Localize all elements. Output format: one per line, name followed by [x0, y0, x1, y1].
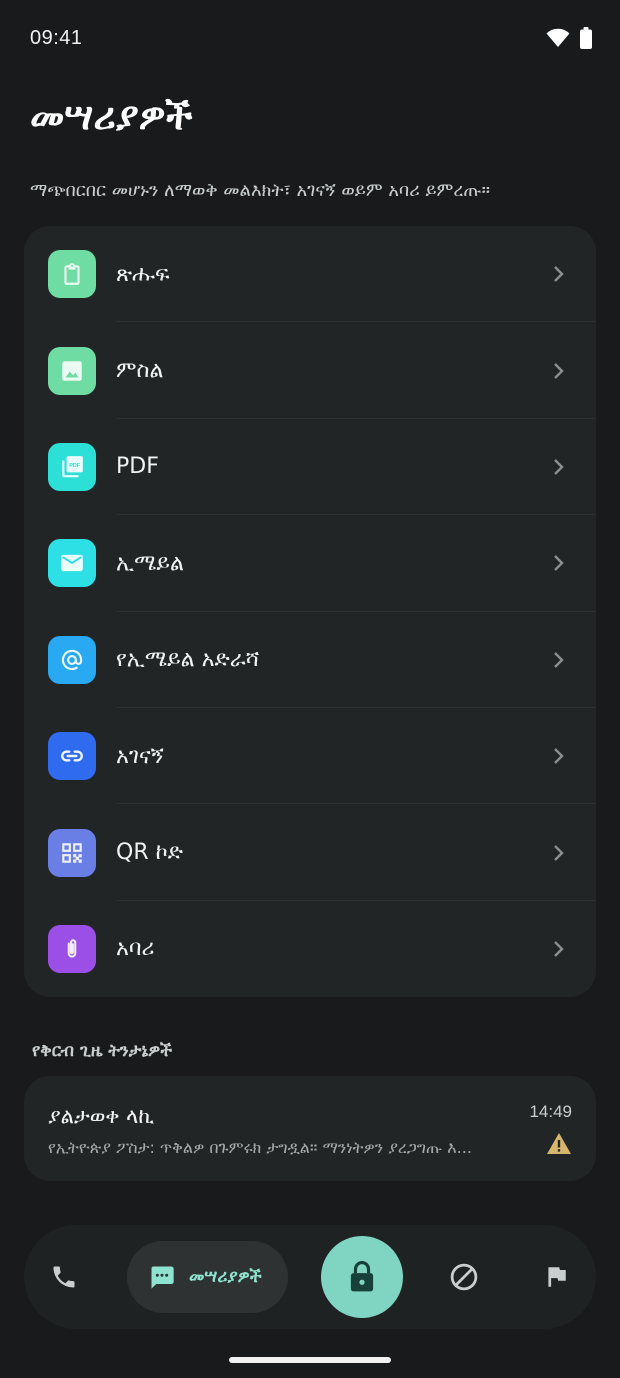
- image-icon: [48, 346, 96, 395]
- qr-code-icon: [48, 828, 96, 877]
- nav-calls[interactable]: [40, 1253, 88, 1301]
- svg-text:PDF: PDF: [69, 463, 81, 469]
- type-item-label: አገናኝ: [116, 743, 164, 769]
- type-item-email[interactable]: ኢሜይል: [24, 515, 596, 612]
- recent-analyses-heading: የቅርብ ጊዜ ትንታኔዎች: [32, 1041, 173, 1061]
- type-item-qr-code[interactable]: QR ኮድ: [24, 804, 596, 901]
- recent-time: 14:49: [529, 1102, 572, 1121]
- pdf-icon: PDF: [48, 442, 96, 491]
- type-item-label: ምስል: [116, 358, 164, 384]
- home-indicator[interactable]: [229, 1357, 391, 1363]
- type-item-attachment[interactable]: አባሪ: [24, 901, 596, 997]
- nav-tools-label: መሣሪያዎች: [189, 1267, 262, 1287]
- status-time: 09:41: [30, 26, 83, 49]
- chevron-right-icon: [554, 651, 564, 668]
- chevron-right-icon: [554, 844, 564, 861]
- nav-lock-button[interactable]: [321, 1236, 403, 1318]
- type-item-label: አባሪ: [116, 936, 155, 962]
- type-item-link[interactable]: አገናኝ: [24, 708, 596, 805]
- nav-tools[interactable]: መሣሪያዎች: [127, 1241, 288, 1313]
- chevron-right-icon: [554, 266, 564, 283]
- block-icon: [450, 1263, 478, 1291]
- battery-icon: [580, 27, 592, 49]
- flag-icon: [548, 1267, 566, 1287]
- recent-sender: ያልታወቀ ላኪ: [48, 1104, 155, 1128]
- paperclip-icon: [48, 924, 96, 973]
- type-item-label: PDF: [116, 454, 159, 480]
- chevron-right-icon: [554, 362, 564, 379]
- analysis-type-list: ጽሑፍ ምስል PDF PDF ኢሜይል የኢሜይል አድራሻ አገናኝ QR …: [24, 226, 596, 997]
- at-sign-icon: [48, 635, 96, 684]
- chevron-right-icon: [554, 555, 564, 572]
- lock-icon: [350, 1261, 374, 1292]
- recent-preview: የኢትዮጵያ ፖስታ: ጥቅልዎ በጉምሩክ ታግዷል። ማንነትዎን ያረጋግ…: [48, 1138, 472, 1157]
- recent-analysis-item[interactable]: ያልታወቀ ላኪ 14:49 የኢትዮጵያ ፖስታ: ጥቅልዎ በጉምሩክ ታግ…: [24, 1076, 596, 1181]
- mail-icon: [48, 539, 96, 588]
- bottom-navigation: መሣሪያዎች: [24, 1225, 596, 1329]
- type-item-label: QR ኮድ: [116, 840, 183, 866]
- message-icon: [151, 1266, 174, 1289]
- type-item-label: ኢሜይል: [116, 550, 184, 576]
- type-item-image[interactable]: ምስል: [24, 322, 596, 419]
- clipboard-icon: [48, 250, 96, 299]
- wifi-icon: [546, 28, 570, 47]
- chevron-right-icon: [554, 459, 564, 475]
- type-item-label: ጽሑፍ: [116, 261, 170, 287]
- status-icons: [546, 27, 592, 49]
- status-bar: 09:41: [0, 0, 620, 76]
- chevron-right-icon: [554, 941, 564, 957]
- page-subtitle: ማጭበርበር መሆኑን ለማወቅ መልእክት፣ አገናኝ ወይም አባሪ ይምረ…: [30, 180, 490, 201]
- chevron-right-icon: [554, 748, 564, 765]
- page-title: መሣሪያዎች: [30, 94, 193, 138]
- type-item-label: የኢሜይል አድራሻ: [116, 647, 260, 673]
- link-icon: [48, 732, 96, 781]
- type-item-email-address[interactable]: የኢሜይል አድራሻ: [24, 612, 596, 708]
- nav-blocked[interactable]: [440, 1253, 488, 1301]
- warning-icon: [547, 1133, 571, 1154]
- nav-reports[interactable]: [532, 1253, 580, 1301]
- phone-icon: [53, 1266, 75, 1288]
- type-item-pdf[interactable]: PDF PDF: [24, 419, 596, 516]
- type-item-text[interactable]: ጽሑፍ: [24, 226, 596, 323]
